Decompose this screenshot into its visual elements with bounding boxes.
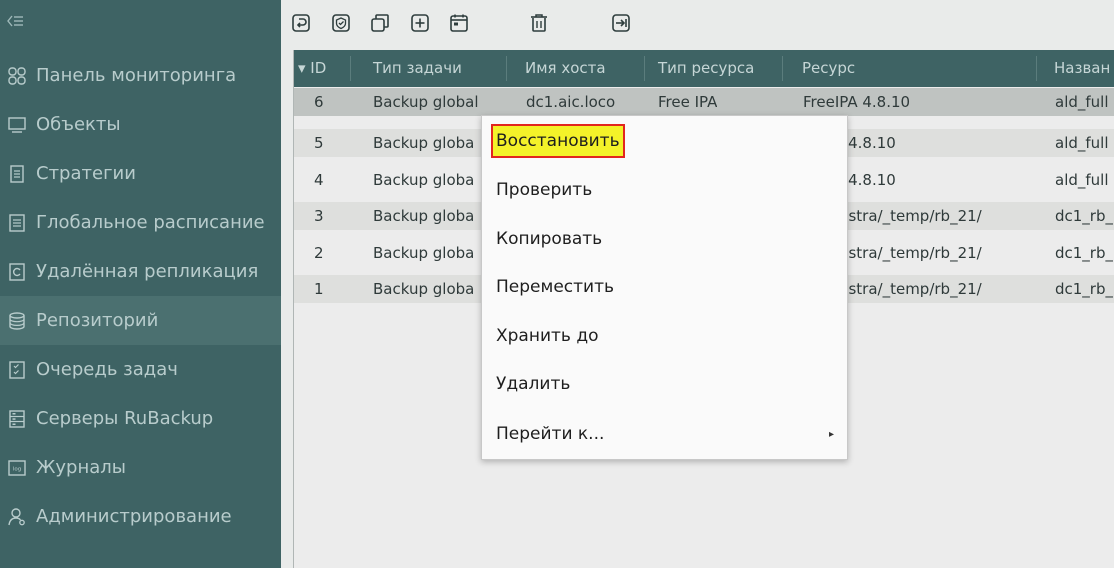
sidebar-item-label: Серверы RuBackup (36, 408, 214, 429)
cell-resource-type: Free IPA (658, 93, 718, 111)
sidebar-item-remote-replication[interactable]: Удалённая репликация (0, 247, 281, 296)
cell-resource: FreeIPA 4.8.10 (803, 93, 911, 111)
delete-icon[interactable] (529, 13, 549, 33)
cell-task-type: Backup global (373, 93, 479, 111)
schedule-icon (6, 212, 28, 234)
menu-item-delete[interactable]: Удалить (496, 369, 570, 399)
submenu-arrow-icon: ▸ (828, 429, 834, 440)
sidebar-item-label: Журналы (36, 457, 126, 478)
sidebar-item-label: Стратегии (36, 163, 136, 184)
cell-resource: e/astra/_temp/rb_21/ (825, 280, 982, 298)
column-header-host[interactable]: Имя хоста (525, 50, 606, 87)
sidebar-item-global-schedule[interactable]: Глобальное расписание (0, 198, 281, 247)
cell-name: ald_full (1055, 134, 1109, 152)
move-icon[interactable] (410, 13, 430, 33)
cell-resource: e/astra/_temp/rb_21/ (825, 207, 982, 225)
sidebar-item-label: Репозиторий (36, 310, 159, 331)
menu-item-verify[interactable]: Проверить (496, 175, 592, 205)
cell-id: 1 (314, 280, 324, 298)
column-separator[interactable] (644, 56, 645, 81)
server-icon (6, 408, 28, 430)
replication-icon (6, 261, 28, 283)
column-header-resource-type[interactable]: Тип ресурса (658, 50, 754, 87)
cell-task-type: Backup globa (373, 171, 475, 189)
cell-name: dc1_rb_ (1055, 280, 1114, 298)
cell-id: 3 (314, 207, 324, 225)
task-queue-icon (6, 359, 28, 381)
cell-host: dc1.aic.loco (526, 93, 616, 111)
cell-id: 2 (314, 244, 324, 262)
column-separator[interactable] (506, 56, 507, 81)
sidebar-item-objects[interactable]: Объекты (0, 100, 281, 149)
menu-item-copy[interactable]: Копировать (496, 224, 602, 254)
column-separator[interactable] (350, 56, 351, 81)
sidebar-item-label: Очередь задач (36, 359, 178, 380)
cell-task-type: Backup globa (373, 134, 475, 152)
sidebar-item-dashboard[interactable]: Панель мониторинга (0, 51, 281, 100)
table-row[interactable]: 6 Backup global dc1.aic.loco Free IPA Fr… (294, 88, 1114, 116)
log-icon: log (6, 457, 28, 479)
cell-name: ald_full (1055, 171, 1109, 189)
cell-task-type: Backup globa (373, 244, 475, 262)
cell-id: 5 (314, 134, 324, 152)
export-icon[interactable] (611, 13, 631, 33)
cell-name: dc1_rb_ (1055, 244, 1114, 262)
menu-item-keep-until[interactable]: Хранить до (496, 321, 599, 351)
column-separator[interactable] (1036, 56, 1037, 81)
restore-icon[interactable] (291, 13, 311, 33)
cell-name: ald_full (1055, 93, 1109, 111)
sidebar: Панель мониторинга Объекты Стратегии Гло… (0, 0, 281, 568)
sidebar-item-label: Удалённая репликация (36, 261, 259, 282)
sidebar-item-label: Панель мониторинга (36, 65, 237, 86)
sidebar-item-label: Объекты (36, 114, 121, 135)
sidebar-item-administration[interactable]: Администрирование (0, 492, 281, 541)
cell-task-type: Backup globa (373, 280, 475, 298)
calendar-icon[interactable] (449, 13, 469, 33)
cell-id: 6 (314, 93, 324, 111)
column-header-id[interactable]: ▾ ID (298, 50, 326, 87)
toolbar (281, 0, 1114, 50)
sidebar-item-strategies[interactable]: Стратегии (0, 149, 281, 198)
column-header-name[interactable]: Назван (1054, 50, 1110, 87)
sidebar-item-repository[interactable]: Репозиторий (0, 296, 281, 345)
collapse-menu-icon[interactable] (6, 11, 26, 31)
cell-resource: e/astra/_temp/rb_21/ (825, 244, 982, 262)
sidebar-item-logs[interactable]: log Журналы (0, 443, 281, 492)
cell-id: 4 (314, 171, 324, 189)
table-header: ▾ ID Тип задачи Имя хоста Тип ресурса Ре… (294, 50, 1114, 87)
column-separator[interactable] (782, 56, 783, 81)
database-icon (6, 310, 28, 332)
admin-icon (6, 506, 28, 528)
svg-text:log: log (13, 466, 21, 472)
document-icon (6, 163, 28, 185)
cell-task-type: Backup globa (373, 207, 475, 225)
column-header-resource[interactable]: Ресурс (802, 50, 855, 87)
sidebar-item-task-queue[interactable]: Очередь задач (0, 345, 281, 394)
cell-name: dc1_rb_ (1055, 207, 1114, 225)
menu-item-restore[interactable]: Восстановить (491, 124, 625, 158)
context-menu: Восстановить Проверить Копировать Переме… (481, 115, 848, 460)
sidebar-item-rubackup-servers[interactable]: Серверы RuBackup (0, 394, 281, 443)
sidebar-item-label: Глобальное расписание (36, 212, 265, 233)
dashboard-icon (6, 65, 28, 87)
copy-icon[interactable] (370, 13, 390, 33)
menu-item-move[interactable]: Переместить (496, 272, 614, 302)
menu-item-go-to[interactable]: Перейти к... (496, 419, 604, 449)
verify-icon[interactable] (331, 13, 351, 33)
sidebar-item-label: Администрирование (36, 506, 232, 527)
monitor-icon (6, 114, 28, 136)
column-header-task-type[interactable]: Тип задачи (373, 50, 462, 87)
